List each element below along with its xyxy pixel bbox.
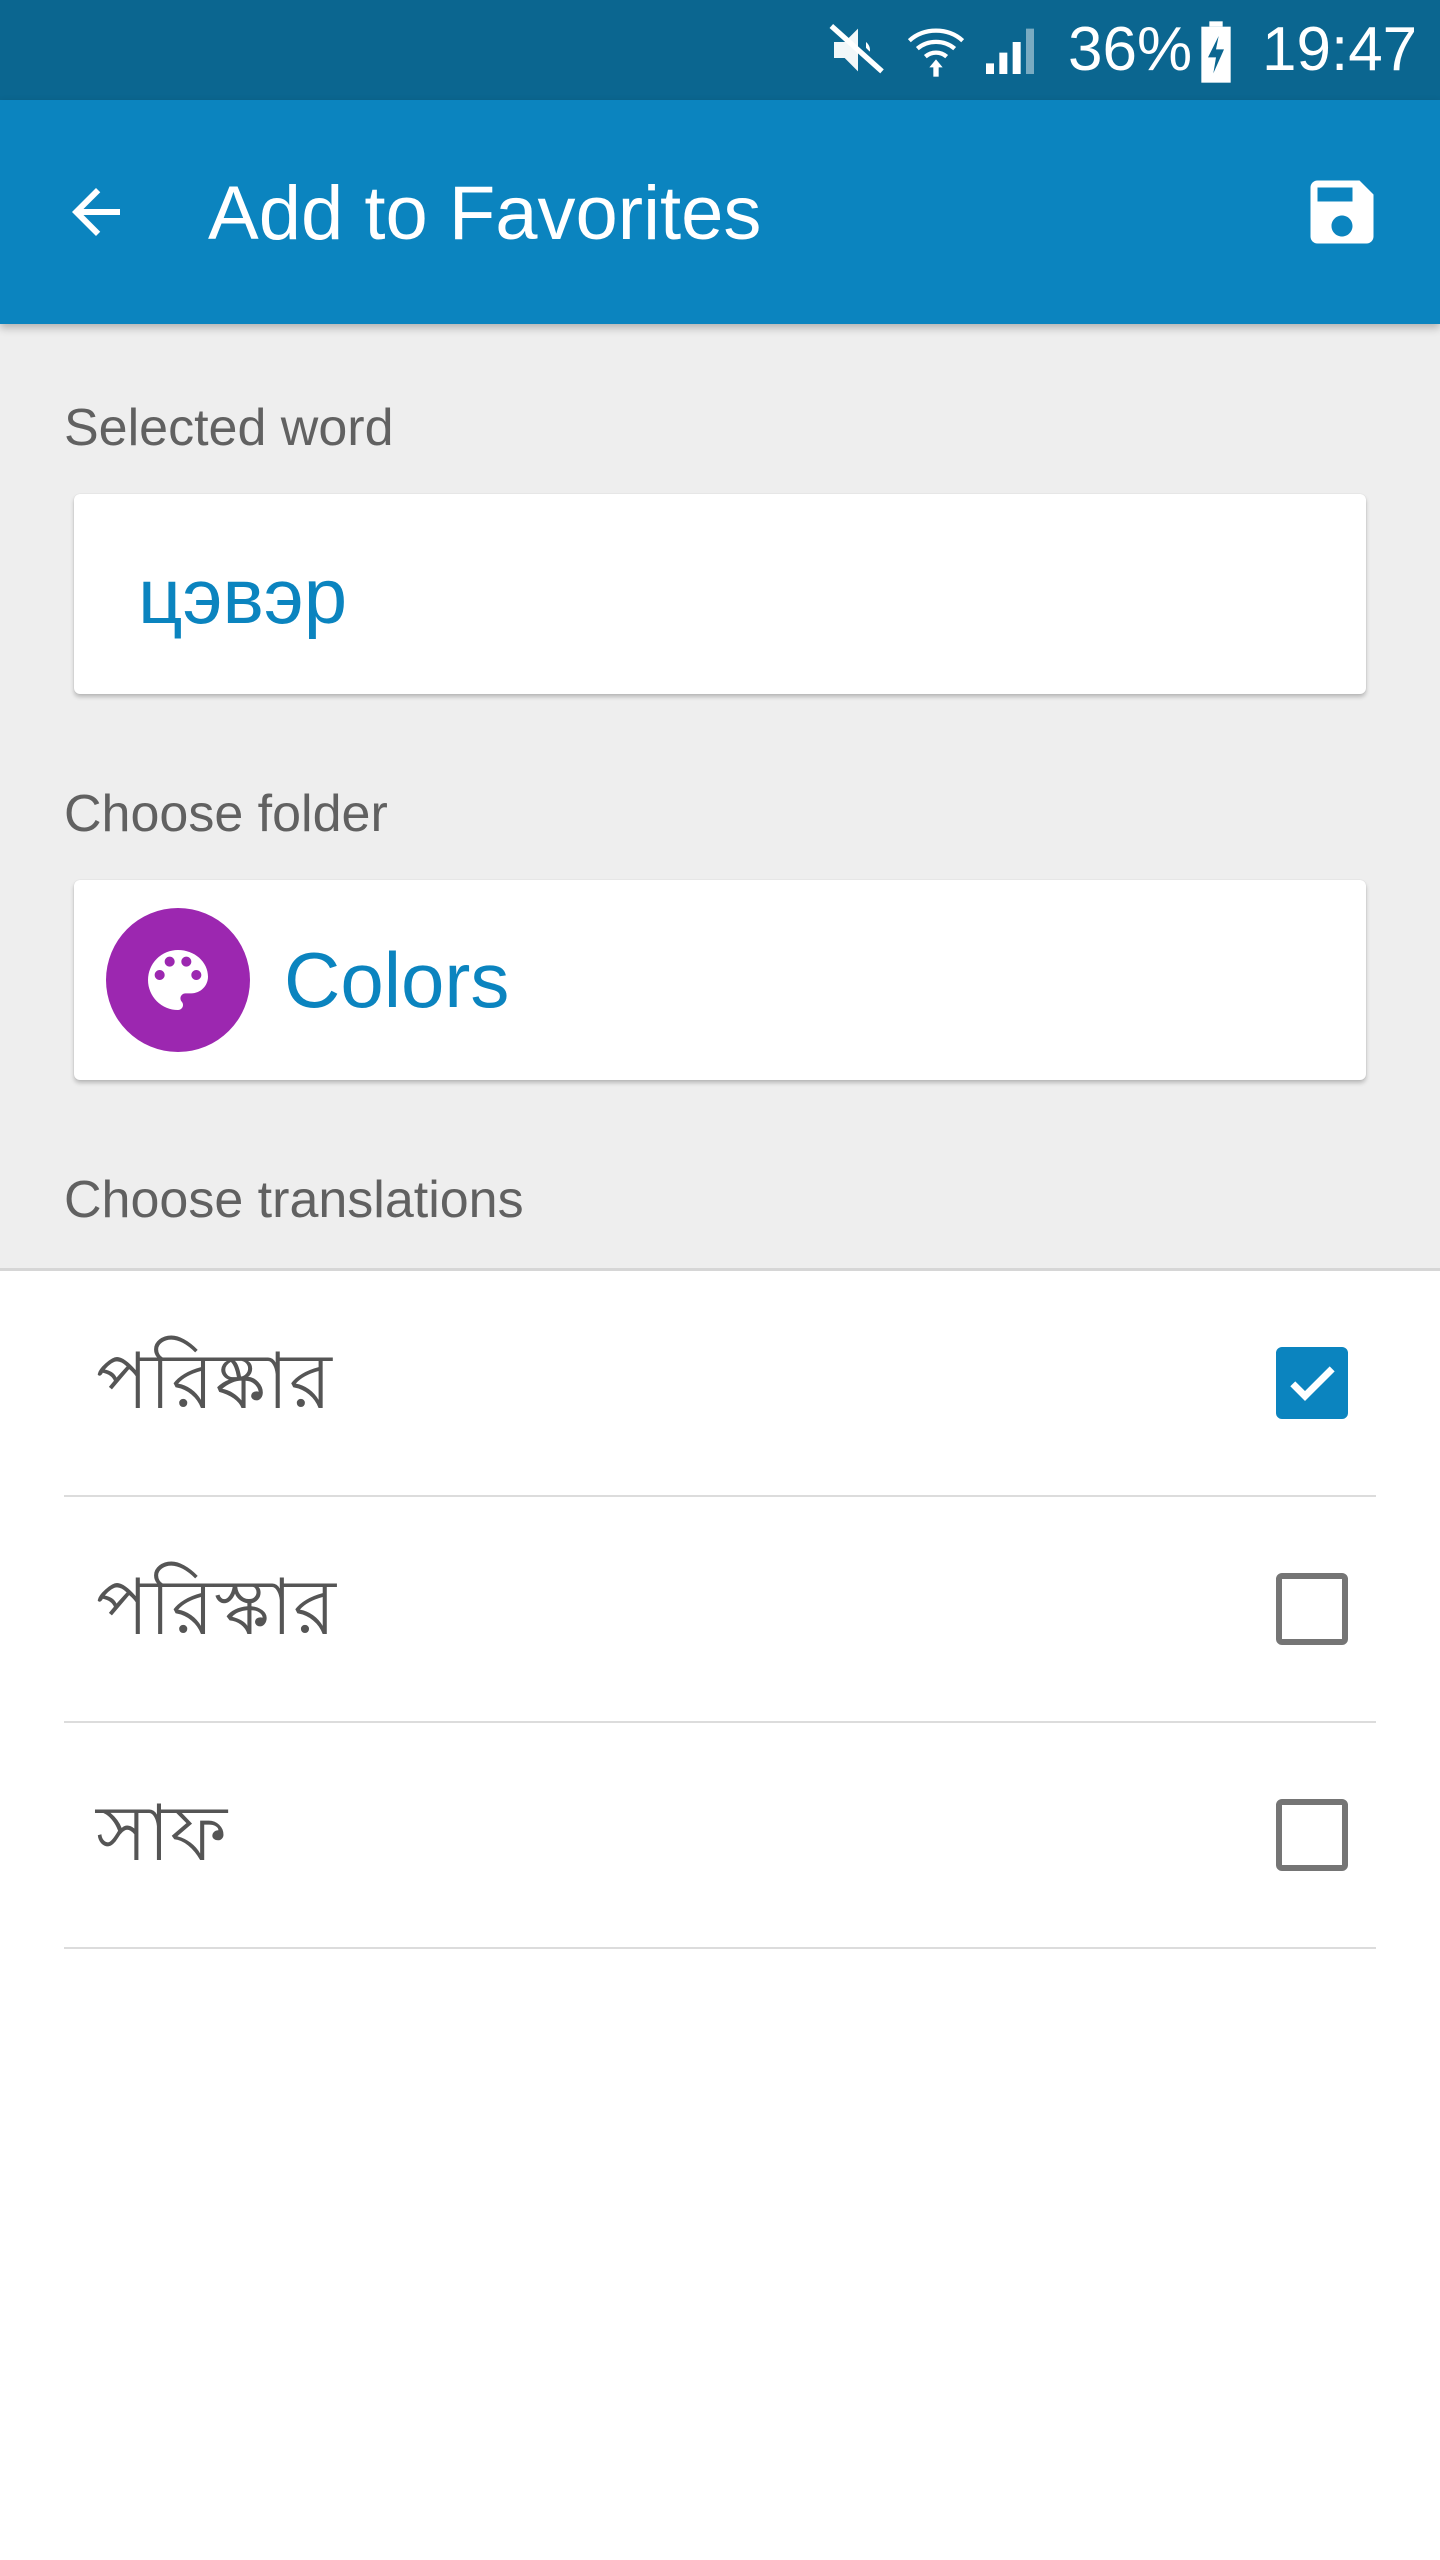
signal-icon — [986, 28, 1034, 74]
selected-word-value: цэвэр — [138, 552, 348, 640]
folder-selector[interactable]: Colors — [74, 880, 1366, 1080]
battery-charging-icon — [1201, 21, 1231, 83]
choose-translations-label: Choose translations — [64, 1171, 524, 1229]
list-item[interactable]: পরিষ্কার — [64, 1271, 1376, 1497]
save-icon — [1310, 180, 1374, 244]
selected-word-label: Selected word — [64, 399, 394, 457]
translation-text: পরিস্কার — [96, 1563, 336, 1653]
translations-list: পরিষ্কার পরিস্কার সাফ — [0, 1271, 1440, 1949]
clock: 19:47 — [1262, 15, 1418, 84]
arrow-back-icon — [72, 188, 120, 236]
favorites-form: Selected word цэвэр Choose folder Colors… — [0, 324, 1440, 1271]
selected-word-card: цэвэр — [74, 494, 1366, 694]
folder-name: Colors — [284, 936, 510, 1024]
back-button[interactable] — [48, 164, 144, 260]
translation-checkbox[interactable] — [1276, 1799, 1348, 1871]
translation-checkbox[interactable] — [1276, 1347, 1348, 1419]
wifi-icon — [907, 28, 965, 77]
palette-icon — [148, 950, 208, 1010]
translation-checkbox[interactable] — [1276, 1573, 1348, 1645]
page-title: Add to Favorites — [208, 171, 762, 256]
list-item[interactable]: সাফ — [64, 1723, 1376, 1949]
check-icon — [1290, 1366, 1335, 1401]
app-bar: Add to Favorites — [0, 100, 1440, 324]
save-button[interactable] — [1292, 162, 1392, 262]
mute-icon — [829, 24, 884, 74]
choose-folder-label: Choose folder — [64, 785, 388, 843]
translation-text: সাফ — [96, 1789, 228, 1879]
status-bar: 36% 19:47 — [0, 0, 1440, 100]
folder-avatar — [106, 908, 250, 1052]
battery-percent: 36% — [1068, 15, 1193, 84]
translation-text: পরিষ্কার — [96, 1337, 332, 1427]
list-item[interactable]: পরিস্কার — [64, 1497, 1376, 1723]
